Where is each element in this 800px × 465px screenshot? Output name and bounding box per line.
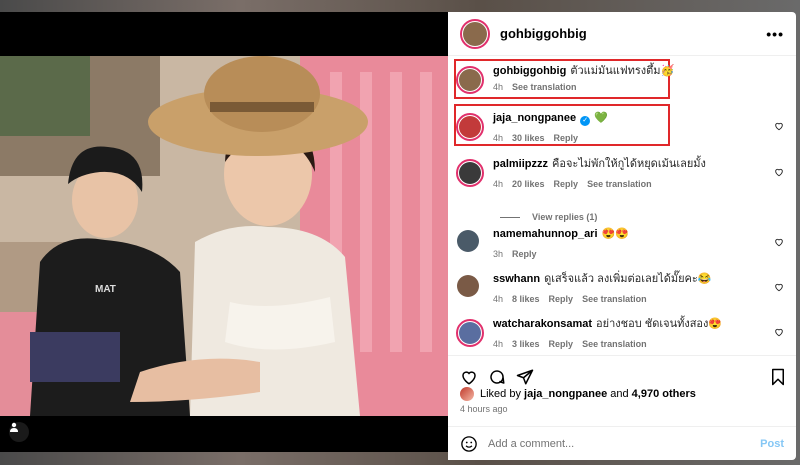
comment-text: 💚: [594, 112, 608, 124]
likes-conj: and: [610, 388, 629, 400]
author-username[interactable]: gohbiggohbig: [500, 26, 587, 41]
comment-time: 3h: [493, 249, 504, 259]
user-tag-icon: [10, 422, 18, 432]
comment-time: 4h: [493, 82, 504, 92]
heart-icon[interactable]: [774, 327, 784, 337]
photo-image: MAT: [0, 12, 448, 452]
comment-likes[interactable]: 3 likes: [512, 339, 540, 349]
view-replies-button[interactable]: View replies (1): [500, 212, 597, 222]
comment-item: gohbiggohbig ตัวแม่มันแฟทรงตึ้ม🥳 4h See t…: [456, 64, 786, 94]
reply-button[interactable]: Reply: [549, 339, 574, 349]
comment-likes[interactable]: 20 likes: [512, 179, 545, 189]
comment-likes[interactable]: 30 likes: [512, 133, 545, 143]
svg-text:MAT: MAT: [95, 284, 116, 295]
comment-text: 😍😍: [601, 228, 629, 240]
comment-time: 4h: [493, 179, 504, 189]
comment-text: คือจะไม่พักให้กูได้หยุดเม้นเลยมั้ง: [552, 158, 706, 170]
comment-likes[interactable]: 8 likes: [512, 294, 540, 304]
post-time: 4 hours ago: [460, 404, 508, 414]
commenter-username[interactable]: sswhann: [493, 273, 540, 285]
user-tag-button[interactable]: [9, 422, 29, 442]
commenter-avatar[interactable]: [456, 274, 480, 298]
more-icon[interactable]: •••: [766, 26, 784, 42]
author-avatar[interactable]: [460, 18, 490, 49]
comment-item: palmiipzzz คือจะไม่พักให้กูได้หยุดเม้นเลย…: [456, 157, 786, 189]
comment-item: jaja_nongpanee ✓ 💚 4h 30 likes Reply: [456, 111, 786, 143]
reply-button[interactable]: Reply: [512, 249, 537, 259]
see-translation-button[interactable]: See translation: [582, 294, 647, 304]
heart-icon[interactable]: [774, 282, 784, 292]
commenter-username[interactable]: watcharakonsamat: [493, 318, 592, 330]
emoji-icon[interactable]: [460, 435, 478, 453]
comment-item: namemahunnop_ari 😍😍 3h Reply: [456, 227, 786, 259]
reply-button[interactable]: Reply: [549, 294, 574, 304]
post-photo[interactable]: MAT: [0, 12, 448, 452]
commenter-avatar[interactable]: [456, 113, 484, 141]
comment-text: อย่างชอบ ชัดเจนทั้งสอง😍: [596, 318, 723, 330]
likes-prefix: Liked by: [480, 388, 521, 400]
comment-time: 4h: [493, 339, 504, 349]
see-translation-button[interactable]: See translation: [512, 82, 577, 92]
comment-item: sswhann ดูเสร็จแล้ว ลงเพิ่มต่อเลยได้มั๊ยค…: [456, 272, 786, 304]
heart-icon[interactable]: [774, 167, 784, 177]
see-translation-button[interactable]: See translation: [582, 339, 647, 349]
comment-icon[interactable]: [488, 368, 506, 386]
share-icon[interactable]: [516, 368, 534, 386]
see-translation-button[interactable]: See translation: [587, 179, 652, 189]
commenter-avatar[interactable]: [456, 159, 484, 187]
commenter-avatar[interactable]: [456, 319, 484, 347]
post-comment-button[interactable]: Post: [760, 438, 784, 450]
commenter-username[interactable]: namemahunnop_ari: [493, 228, 598, 240]
liked-by-user[interactable]: jaja_nongpanee: [524, 388, 607, 400]
post-actions-bar: [448, 355, 796, 386]
commenter-username[interactable]: palmiipzzz: [493, 158, 548, 170]
comment-item: watcharakonsamat อย่างชอบ ชัดเจนทั้งสอง😍 …: [456, 317, 786, 349]
heart-icon[interactable]: [460, 368, 478, 386]
comment-text: ตัวแม่มันแฟทรงตึ้ม🥳: [570, 65, 675, 77]
bookmark-icon[interactable]: [770, 368, 786, 386]
verified-icon: ✓: [580, 116, 591, 126]
comment-text: ดูเสร็จแล้ว ลงเพิ่มต่อเลยได้มั๊ยคะ😂: [544, 273, 712, 285]
liker-avatar: [460, 387, 474, 401]
comment-input[interactable]: Add a comment...: [488, 438, 760, 450]
heart-icon[interactable]: [774, 237, 784, 247]
comment-time: 4h: [493, 294, 504, 304]
commenter-username[interactable]: gohbiggohbig: [493, 65, 566, 77]
commenter-avatar[interactable]: [456, 66, 484, 94]
view-replies-label: View replies (1): [532, 212, 598, 222]
likes-others[interactable]: 4,970 others: [632, 388, 696, 400]
reply-button[interactable]: Reply: [554, 179, 579, 189]
commenter-avatar[interactable]: [456, 229, 480, 253]
likes-summary[interactable]: Liked by jaja_nongpanee and 4,970 others: [460, 387, 696, 401]
commenter-username[interactable]: jaja_nongpanee: [493, 112, 576, 124]
replies-divider: [500, 216, 520, 218]
heart-icon[interactable]: [774, 121, 784, 131]
comments-list: gohbiggohbig ตัวแม่มันแฟทรงตึ้ม🥳 4h See t…: [448, 57, 796, 354]
post-header: gohbiggohbig •••: [448, 12, 796, 56]
comment-composer: Add a comment... Post: [448, 426, 796, 460]
post-side-panel: gohbiggohbig ••• gohbiggohbig ตัวแม่มันแฟ…: [448, 12, 796, 460]
comment-time: 4h: [493, 133, 504, 143]
reply-button[interactable]: Reply: [554, 133, 579, 143]
